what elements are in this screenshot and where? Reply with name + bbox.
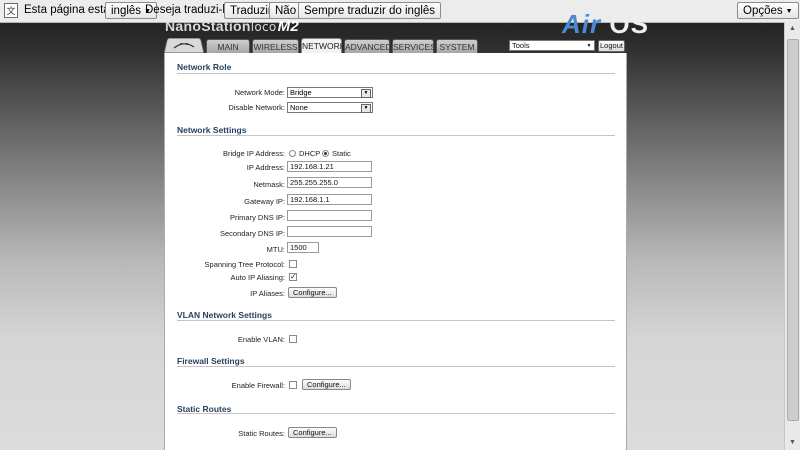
tab-network[interactable]: NETWORK bbox=[301, 38, 345, 53]
scroll-down-icon[interactable]: ▼ bbox=[785, 436, 800, 450]
enable-firewall-label: Enable Firewall: bbox=[231, 381, 285, 390]
scroll-thumb[interactable] bbox=[787, 39, 799, 421]
enable-vlan-label: Enable VLAN: bbox=[237, 335, 285, 344]
network-settings-heading: Network Settings bbox=[177, 125, 247, 135]
mtu-label: MTU: bbox=[266, 245, 285, 254]
firewall-configure-button[interactable]: Configure... bbox=[302, 379, 351, 390]
auto-alias-checkbox[interactable]: ✓ bbox=[289, 273, 297, 281]
ubiquiti-logo-tab[interactable] bbox=[164, 38, 204, 53]
network-role-heading: Network Role bbox=[177, 62, 232, 72]
logout-button[interactable]: Logout bbox=[598, 40, 625, 52]
check-icon: ✓ bbox=[290, 272, 297, 281]
divider bbox=[177, 73, 615, 74]
disable-network-value: None bbox=[290, 103, 308, 112]
network-mode-select[interactable]: Bridge ▼ bbox=[287, 87, 373, 98]
product-logo: NanoStationlocoM2 bbox=[165, 18, 299, 35]
firewall-heading: Firewall Settings bbox=[177, 356, 245, 366]
airos-air: Air bbox=[562, 9, 602, 39]
ip-aliases-label: IP Aliases: bbox=[250, 289, 285, 298]
scroll-up-icon[interactable]: ▲ bbox=[785, 22, 800, 36]
chevron-down-icon: ▼ bbox=[361, 89, 371, 98]
product-name: NanoStation bbox=[165, 18, 251, 34]
divider bbox=[177, 320, 615, 321]
gateway-input[interactable]: 192.168.1.1 bbox=[287, 194, 372, 205]
auto-alias-label: Auto IP Aliasing: bbox=[230, 273, 285, 282]
tools-select[interactable]: Tools ▼ bbox=[509, 40, 595, 51]
ip-address-input[interactable]: 192.168.1.21 bbox=[287, 161, 372, 172]
tab-main[interactable]: MAIN bbox=[206, 39, 250, 53]
divider bbox=[177, 135, 615, 136]
static-routes-configure-button[interactable]: Configure... bbox=[288, 427, 337, 438]
secondary-dns-label: Secondary DNS IP: bbox=[219, 229, 285, 238]
always-translate-button[interactable]: Sempre traduzir do inglês bbox=[298, 2, 442, 19]
primary-dns-input[interactable] bbox=[287, 210, 372, 221]
translate-icon: 文 bbox=[4, 3, 18, 18]
content-panel: Network Role Network Mode: Bridge ▼ Disab… bbox=[164, 53, 627, 450]
chevron-down-icon: ▼ bbox=[361, 104, 371, 113]
divider bbox=[177, 366, 615, 367]
airos-os: OS bbox=[609, 9, 649, 39]
model-suffix: M2 bbox=[277, 18, 300, 35]
dhcp-label: DHCP bbox=[299, 149, 321, 158]
static-radio[interactable] bbox=[322, 150, 329, 157]
dhcp-radio[interactable] bbox=[289, 150, 296, 157]
tab-services[interactable]: SERVICES bbox=[392, 39, 436, 53]
chevron-down-icon: ▼ bbox=[785, 8, 793, 15]
static-label: Static bbox=[332, 149, 351, 158]
tab-wireless[interactable]: WIRELESS bbox=[252, 39, 299, 53]
tab-advanced[interactable]: ADVANCED bbox=[344, 39, 392, 53]
disable-network-label: Disable Network: bbox=[228, 103, 285, 112]
secondary-dns-input[interactable] bbox=[287, 226, 372, 237]
airos-logo: Air OS bbox=[562, 9, 649, 40]
primary-dns-label: Primary DNS IP: bbox=[229, 213, 285, 222]
tools-label: Tools bbox=[512, 41, 530, 50]
gateway-label: Gateway IP: bbox=[244, 197, 285, 206]
options-button[interactable]: Opções ▼ bbox=[737, 2, 799, 19]
enable-vlan-checkbox[interactable] bbox=[289, 335, 297, 343]
translate-bar: 文 Esta página está em inglês ▼ Deseja tra… bbox=[0, 0, 800, 23]
model-number: loco bbox=[250, 20, 277, 34]
divider bbox=[177, 413, 615, 414]
tab-system[interactable]: SYSTEM bbox=[436, 39, 478, 53]
network-mode-label: Network Mode: bbox=[234, 88, 285, 97]
stp-checkbox[interactable] bbox=[289, 260, 297, 268]
stp-label: Spanning Tree Protocol: bbox=[204, 260, 285, 269]
options-label: Opções bbox=[743, 5, 783, 17]
page-scrollbar[interactable]: ▲ ▼ bbox=[784, 22, 800, 450]
enable-firewall-checkbox[interactable] bbox=[289, 381, 297, 389]
netmask-input[interactable]: 255.255.255.0 bbox=[287, 177, 372, 188]
bridge-ip-label: Bridge IP Address: bbox=[223, 149, 285, 158]
disable-network-select[interactable]: None ▼ bbox=[287, 102, 373, 113]
mtu-input[interactable]: 1500 bbox=[287, 242, 319, 253]
network-mode-value: Bridge bbox=[290, 88, 312, 97]
netmask-label: Netmask: bbox=[253, 180, 285, 189]
ip-aliases-configure-button[interactable]: Configure... bbox=[288, 287, 337, 298]
ip-address-label: IP Address: bbox=[246, 163, 285, 172]
chevron-down-icon: ▼ bbox=[586, 43, 592, 49]
vlan-heading: VLAN Network Settings bbox=[177, 310, 272, 320]
static-routes-label: Static Routes: bbox=[238, 429, 285, 438]
language-label: inglês bbox=[111, 5, 142, 17]
